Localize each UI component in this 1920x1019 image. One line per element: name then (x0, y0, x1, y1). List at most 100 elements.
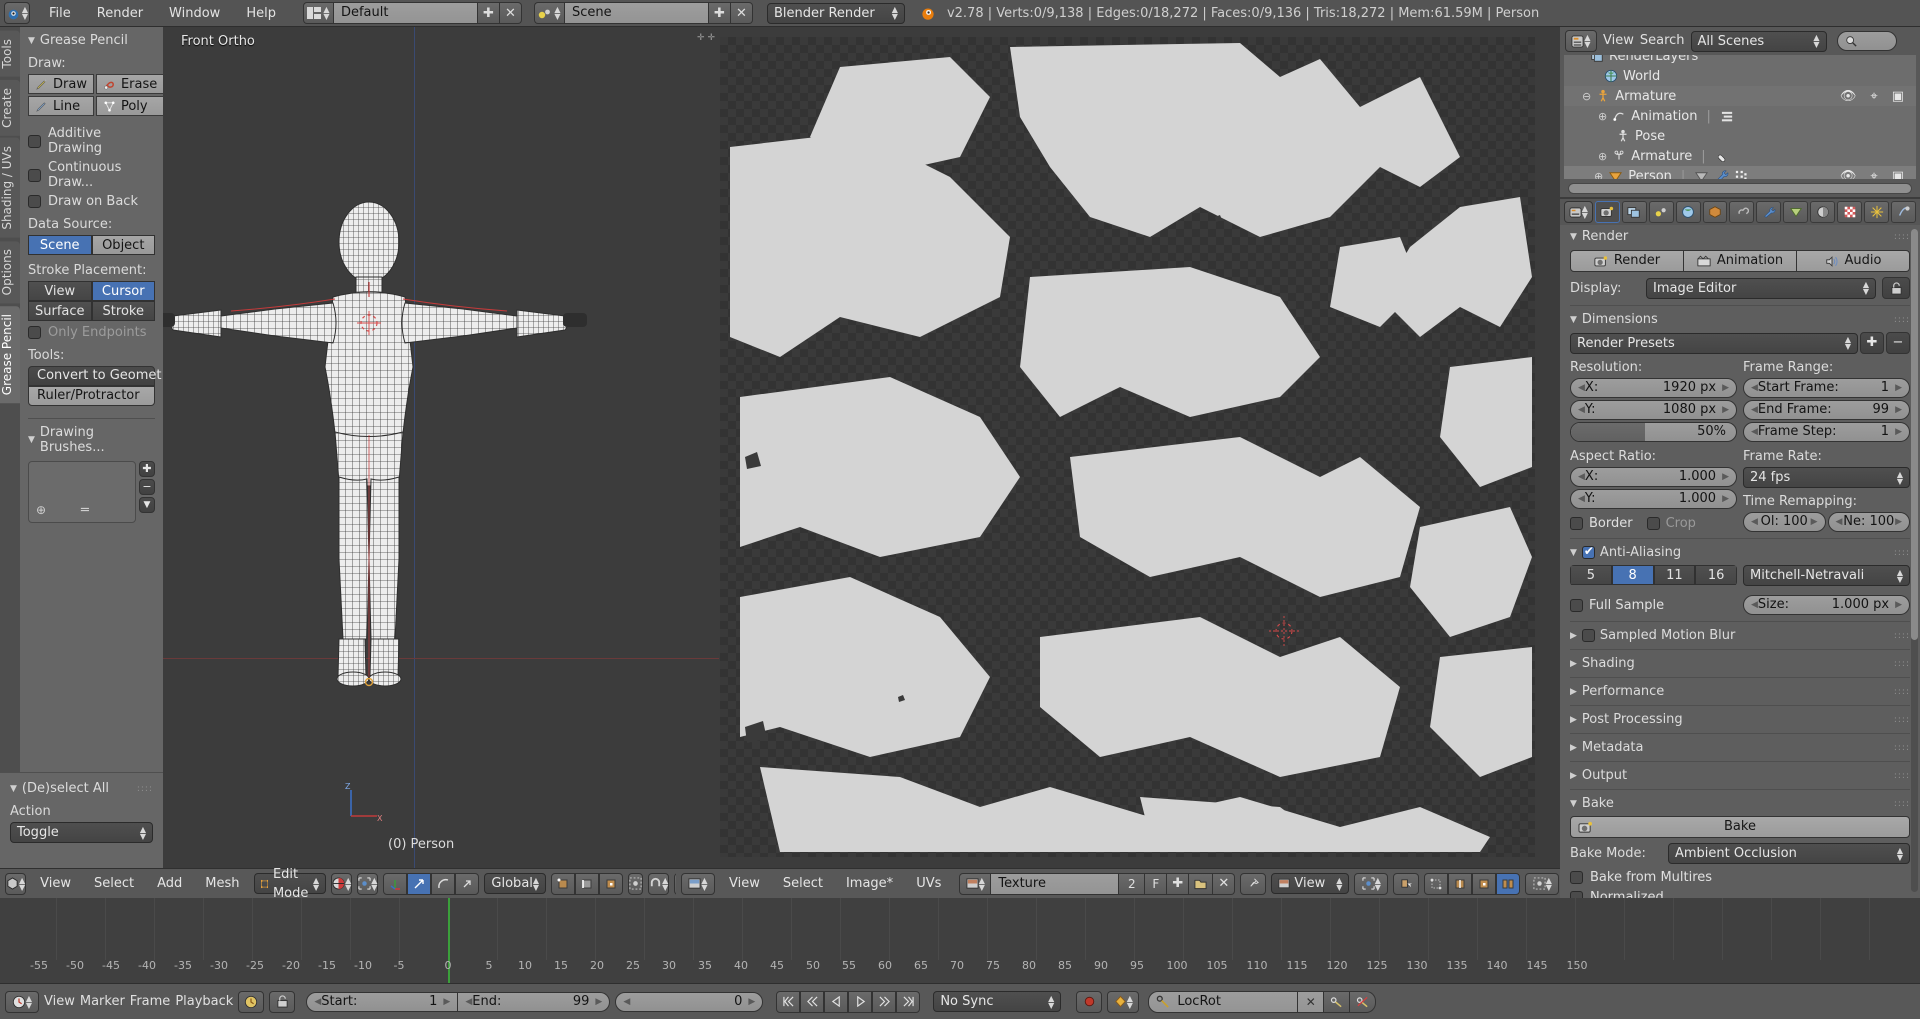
current-frame-field[interactable]: ◀ 0 ▶ (615, 991, 764, 1012)
stroke-placement-surface[interactable]: Surface (28, 301, 92, 321)
left-arrow-icon[interactable]: ◀ (1751, 513, 1758, 531)
antialiasing-panel-header[interactable]: ▼ Anti-Aliasing :::: (1570, 544, 1910, 560)
continuous-draw-checkbox[interactable] (28, 168, 41, 182)
record-icon[interactable] (1076, 990, 1103, 1013)
properties-tab-scene[interactable] (1648, 201, 1674, 223)
left-arrow-icon[interactable]: ◀ (1836, 513, 1843, 531)
sampled-motion-blur-header[interactable]: ▶ Sampled Motion Blur :::: (1570, 628, 1910, 643)
uv-sync-selection-icon[interactable] (1393, 872, 1420, 895)
pin-icon[interactable] (1240, 872, 1267, 895)
full-sample-checkbox[interactable] (1570, 598, 1583, 612)
outliner-row-renderlayers[interactable]: RenderLayers (1564, 55, 1916, 66)
vertex-select-icon[interactable] (551, 872, 576, 895)
additive-drawing-checkbox[interactable] (28, 134, 41, 148)
menu-mesh-3d[interactable]: Mesh (196, 870, 248, 898)
unlink-keying-set-button[interactable]: ✕ (1298, 990, 1325, 1013)
time-remap-new-field[interactable]: ◀ Ne: 100 ▶ (1827, 512, 1910, 532)
right-arrow-icon[interactable]: ▶ (1722, 490, 1729, 508)
uv-face-select-icon[interactable] (1472, 872, 1497, 895)
shading-panel-header[interactable]: ▶ Shading :::: (1570, 656, 1910, 671)
resolution-y-field[interactable]: ◀ Y: 1080 px ▶ (1570, 400, 1737, 420)
mesh-data-icon[interactable] (1694, 169, 1709, 180)
right-arrow-icon[interactable]: ▶ (1895, 513, 1902, 531)
erase-button[interactable]: Erase (95, 74, 163, 94)
right-arrow-icon[interactable]: ▶ (1722, 468, 1729, 486)
properties-tab-texture[interactable] (1837, 201, 1863, 223)
left-arrow-icon[interactable]: ◀ (1578, 490, 1585, 508)
editor-type-icon[interactable]: ▲ ▼ (5, 990, 39, 1013)
left-arrow-icon[interactable]: ◀ (1751, 423, 1758, 441)
bake-button[interactable]: Bake (1570, 816, 1910, 838)
post-processing-panel-header[interactable]: ▶ Post Processing :::: (1570, 712, 1910, 727)
scale-manipulator-icon[interactable] (455, 872, 480, 895)
renderability-camera-icon[interactable]: ▣ (1892, 169, 1904, 180)
play-icon[interactable] (848, 990, 873, 1013)
blender-icon[interactable]: ▲ ▼ (4, 2, 30, 24)
delete-keyframe-icon[interactable] (1350, 990, 1377, 1013)
scene-icon[interactable]: ▲ ▼ (533, 2, 564, 24)
uv-pivot-point-icon[interactable]: ▲ ▼ (1354, 872, 1389, 895)
manipulator-toggle-icon[interactable] (383, 872, 408, 895)
menu-playback-timeline[interactable]: Playback (175, 994, 233, 1009)
right-arrow-icon[interactable]: ▶ (595, 993, 602, 1011)
sync-mode-dropdown[interactable]: No Sync ▲ ▼ (933, 991, 1062, 1012)
sidebar-tab-options[interactable]: Options (0, 241, 20, 304)
prev-keyframe-icon[interactable] (800, 990, 825, 1013)
render-presets-dropdown[interactable]: Render Presets ▲ ▼ (1570, 332, 1858, 354)
outliner-row-armature-object[interactable]: ⊖ Armature 👁 ⌖ ▣ (1564, 86, 1916, 106)
selectability-cursor-icon[interactable]: ⌖ (1870, 169, 1877, 180)
menu-uvs[interactable]: UVs (907, 870, 950, 898)
aa-size-field[interactable]: ◀ Size: 1.000 px ▶ (1743, 595, 1910, 615)
properties-tab-particles[interactable] (1864, 201, 1890, 223)
properties-tab-material[interactable] (1810, 201, 1836, 223)
grease-pencil-header[interactable]: ▼ Grease Pencil (28, 33, 155, 48)
menu-view-3d[interactable]: View (31, 870, 80, 898)
menu-render[interactable]: Render (84, 1, 156, 26)
menu-add-3d[interactable]: Add (148, 870, 191, 898)
draw-on-back-row[interactable]: Draw on Back (28, 194, 155, 209)
drawing-brushes-header[interactable]: ▼ Drawing Brushes... (28, 425, 155, 455)
editor-type-icon[interactable]: ▲ ▼ (1564, 201, 1593, 223)
outliner-row-animation[interactable]: ⊕ Animation | (1564, 106, 1916, 126)
menu-select-uv[interactable]: Select (774, 870, 832, 898)
sidebar-tab-shading-uvs[interactable]: Shading / UVs (0, 138, 20, 239)
collapse-icon[interactable]: ⊖ (1582, 90, 1591, 103)
editor-type-icon[interactable]: ▲ ▼ (5, 872, 27, 895)
add-brush-button[interactable]: ✚ (139, 461, 155, 477)
data-source-scene[interactable]: Scene (28, 235, 92, 255)
right-arrow-icon[interactable]: ▶ (443, 993, 450, 1011)
left-arrow-icon[interactable]: ◀ (314, 993, 321, 1011)
edge-select-icon[interactable] (575, 872, 600, 895)
left-arrow-icon[interactable]: ◀ (1578, 401, 1585, 419)
right-arrow-icon[interactable]: ▶ (1895, 423, 1902, 441)
interaction-mode-dropdown[interactable]: Edit Mode ▲ ▼ (253, 867, 327, 901)
outliner-display-mode[interactable]: All Scenes ▲ ▼ (1690, 30, 1827, 52)
action-icon[interactable] (1720, 110, 1735, 123)
additive-drawing-row[interactable]: Additive Drawing (28, 126, 155, 156)
editor-type-icon[interactable]: ▲ ▼ (681, 872, 715, 895)
right-arrow-icon[interactable]: ▶ (1895, 401, 1902, 419)
resolution-percentage-slider[interactable]: 50% (1570, 422, 1737, 442)
poly-button[interactable]: Poly (95, 96, 163, 116)
menu-marker-timeline[interactable]: Marker (80, 994, 125, 1009)
properties-tab-physics[interactable] (1891, 201, 1917, 223)
start-frame-field-timeline[interactable]: ◀ Start: 1 ▶ (306, 991, 459, 1012)
uv-snap-icon[interactable]: ▲ ▼ (1525, 872, 1560, 895)
open-image-icon[interactable] (1189, 872, 1214, 895)
menu-file[interactable]: File (36, 1, 84, 26)
dimensions-panel-header[interactable]: ▼ Dimensions :::: (1570, 312, 1910, 327)
operator-panel-header[interactable]: ▼ (De)select All :::: (10, 781, 153, 796)
left-arrow-icon[interactable]: ◀ (1751, 379, 1758, 397)
convert-to-geometry-button[interactable]: Convert to Geomet (28, 366, 162, 386)
right-arrow-icon[interactable]: ▶ (748, 993, 755, 1011)
right-arrow-icon[interactable]: ▶ (1895, 379, 1902, 397)
aa-samples-8[interactable]: 8 (1611, 565, 1654, 585)
menu-view-uv[interactable]: View (720, 870, 769, 898)
end-frame-field-timeline[interactable]: ◀ End: 99 ▶ (458, 991, 611, 1012)
continuous-draw-row[interactable]: Continuous Draw... (28, 160, 155, 190)
unlink-image-button[interactable]: ✕ (1213, 872, 1236, 895)
end-frame-field[interactable]: ◀ End Frame: 99 ▶ (1743, 400, 1910, 420)
properties-tab-renderlayers[interactable] (1621, 201, 1647, 223)
line-button[interactable]: Line (28, 96, 94, 116)
image-view-dropdown[interactable]: View ▲ ▼ (1271, 873, 1350, 894)
